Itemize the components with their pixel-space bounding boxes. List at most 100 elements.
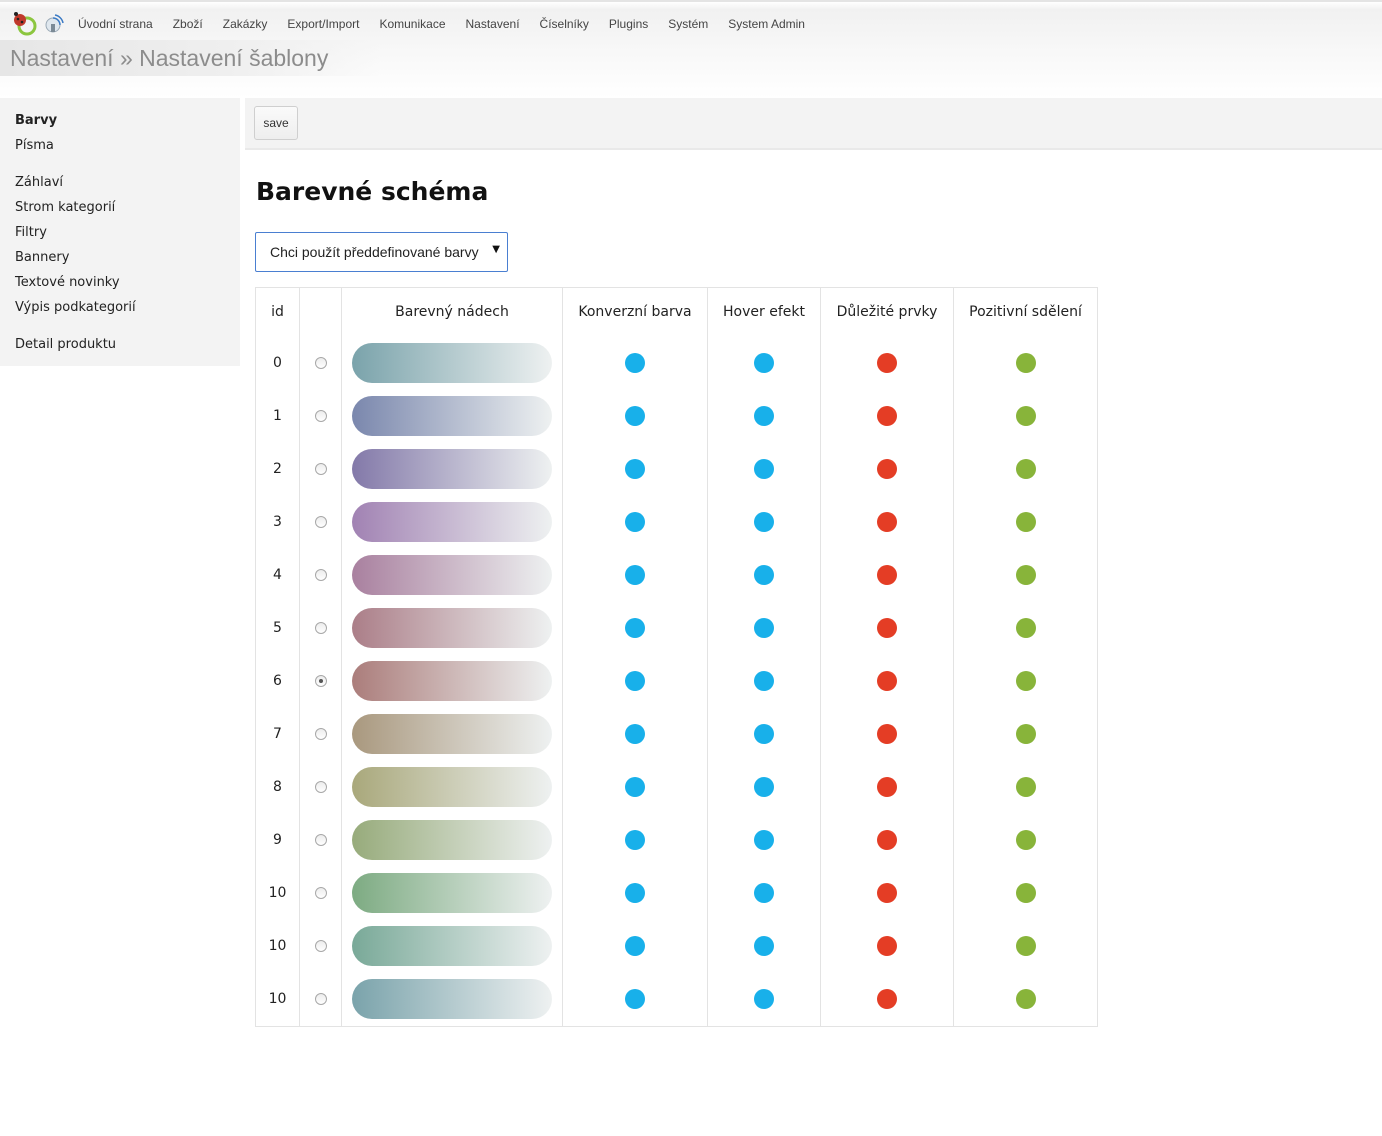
important-elements-dot (877, 829, 897, 850)
sidebar-item-colors[interactable]: Barvy (15, 113, 57, 128)
positive-message-cell (953, 654, 1098, 707)
scheme-radio[interactable] (314, 568, 327, 581)
scheme-radio[interactable] (314, 621, 327, 634)
conversion-color-cell (562, 972, 708, 1027)
scheme-radio[interactable] (314, 356, 327, 369)
nav-item-system-admin[interactable]: System Admin (718, 17, 815, 31)
tint-cell (341, 972, 563, 1027)
positive-message-cell (953, 495, 1098, 548)
important-elements-dot (877, 989, 897, 1009)
positive-message-cell (953, 442, 1098, 495)
sidebar-item-product-detail[interactable]: Detail produktu (15, 337, 116, 352)
scheme-radio[interactable] (314, 674, 327, 687)
tint-cell (341, 336, 563, 389)
conversion-color-cell (562, 813, 708, 866)
important-elements-cell (820, 813, 954, 866)
tint-cell (341, 442, 563, 495)
sidebar-item-text-news[interactable]: Textové novinky (15, 275, 120, 290)
color-scheme-rows: 0 1 2 3 4 5 6 7 8 9 10 10 10 (255, 336, 1098, 1027)
tint-swatch (352, 979, 552, 1019)
row-id: 8 (255, 760, 300, 813)
sidebar-item-fonts[interactable]: Písma (15, 138, 54, 153)
tint-swatch (352, 766, 552, 807)
positive-message-cell (953, 389, 1098, 442)
nav-item-system[interactable]: Systém (658, 17, 718, 31)
row-select-cell (299, 336, 342, 389)
sidebar-item-category-tree[interactable]: Strom kategorií (15, 200, 115, 215)
conversion-color-cell (562, 654, 708, 707)
positive-message-cell (953, 548, 1098, 601)
tint-swatch (352, 872, 552, 913)
nav-item-export-import[interactable]: Export/Import (277, 17, 369, 31)
tint-swatch (352, 713, 552, 754)
scheme-radio[interactable] (314, 993, 327, 1005)
conversion-color-cell (562, 548, 708, 601)
important-elements-cell (820, 495, 954, 548)
scheme-radio[interactable] (314, 780, 327, 793)
sidebar-item-banners[interactable]: Bannery (15, 250, 69, 265)
tint-swatch (352, 819, 552, 860)
scheme-radio[interactable] (314, 939, 327, 952)
hover-effect-dot (754, 511, 774, 532)
tint-cell (341, 813, 563, 866)
hover-effect-cell (707, 866, 821, 919)
tint-swatch (352, 501, 552, 542)
sidebar-item-filters[interactable]: Filtry (15, 225, 47, 240)
hover-effect-cell (707, 548, 821, 601)
ladybug-logo-icon[interactable] (11, 10, 37, 36)
positive-message-dot (1015, 564, 1036, 585)
positive-message-dot (1015, 776, 1036, 797)
nav-item-plugins[interactable]: Plugins (599, 17, 658, 31)
color-preset-select[interactable]: Chci použít předdefinované barvy ▼ (255, 232, 508, 272)
positive-message-dot (1015, 511, 1036, 532)
important-elements-dot (877, 723, 897, 744)
hover-effect-cell (707, 654, 821, 707)
sidebar-item-header[interactable]: Záhlaví (15, 175, 63, 190)
hover-effect-dot (754, 405, 774, 426)
important-elements-dot (877, 617, 897, 638)
table-row: 3 (255, 495, 1098, 548)
important-elements-cell (820, 654, 954, 707)
nav-item-home[interactable]: Úvodní strana (68, 17, 163, 31)
row-id: 0 (255, 336, 300, 389)
hover-effect-dot (754, 989, 774, 1009)
nav-item-communication[interactable]: Komunikace (369, 17, 455, 31)
conversion-color-dot (625, 776, 645, 797)
scheme-radio[interactable] (314, 409, 327, 422)
positive-message-dot (1015, 989, 1036, 1009)
nav-item-settings[interactable]: Nastavení (456, 17, 530, 31)
scheme-radio[interactable] (314, 886, 327, 899)
breadcrumb: Nastavení » Nastavení šablony (10, 45, 329, 71)
nav-item-orders[interactable]: Zakázky (213, 17, 278, 31)
row-select-cell (299, 707, 342, 760)
table-row: 1 (255, 389, 1098, 442)
sidebar-item-subcategory-list[interactable]: Výpis podkategorií (15, 300, 136, 315)
hover-effect-dot (754, 617, 774, 638)
positive-message-dot (1015, 829, 1036, 850)
hover-effect-cell (707, 972, 821, 1027)
hover-effect-cell (707, 760, 821, 813)
tint-cell (341, 654, 563, 707)
scheme-radio[interactable] (314, 727, 327, 740)
tint-cell (341, 866, 563, 919)
scheme-radio[interactable] (314, 833, 327, 846)
important-elements-dot (877, 458, 897, 479)
hover-effect-dot (754, 935, 774, 956)
row-select-cell (299, 972, 342, 1027)
hover-effect-cell (707, 601, 821, 654)
conversion-color-dot (625, 723, 645, 744)
table-row: 5 (255, 601, 1098, 654)
hover-effect-dot (754, 829, 774, 850)
save-button[interactable]: save (254, 106, 298, 140)
scheme-radio[interactable] (314, 515, 327, 528)
satellite-icon[interactable] (44, 12, 64, 34)
important-elements-cell (820, 389, 954, 442)
conversion-color-cell (562, 707, 708, 760)
table-row: 4 (255, 548, 1098, 601)
nav-item-codelists[interactable]: Číselníky (530, 17, 599, 31)
hover-effect-cell (707, 813, 821, 866)
important-elements-dot (877, 352, 897, 373)
hover-effect-cell (707, 442, 821, 495)
scheme-radio[interactable] (314, 462, 327, 475)
nav-item-products[interactable]: Zboží (163, 17, 213, 31)
